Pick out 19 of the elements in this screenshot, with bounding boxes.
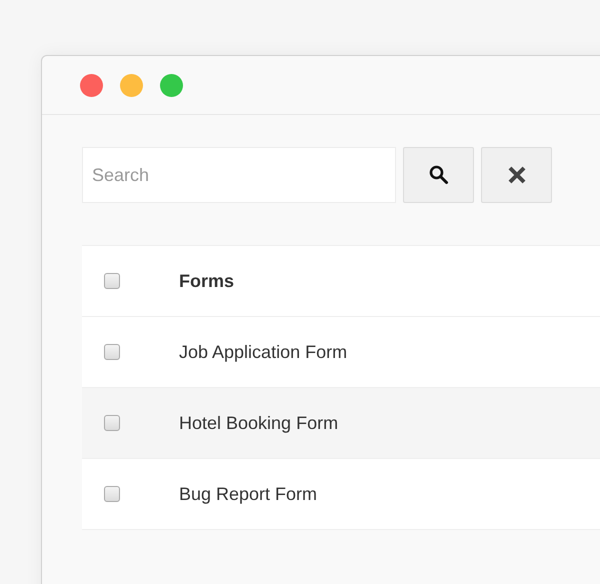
clear-button[interactable] [481,147,552,203]
table-row[interactable]: Hotel Booking Form [82,388,600,459]
window-control-button[interactable] [160,74,183,96]
search-icon [428,164,450,186]
window-control-button[interactable] [120,74,143,96]
table-row[interactable]: Bug Report Form [82,459,600,530]
checkbox[interactable] [104,344,120,360]
form-name: Bug Report Form [179,484,318,504]
checkbox[interactable] [104,486,120,502]
search-button[interactable] [403,147,474,203]
close-icon [506,165,526,185]
column-header: Forms [179,270,234,292]
form-name: Hotel Booking Form [179,412,338,434]
form-name: Job Application Form [179,342,348,362]
search-field[interactable]: Search [82,147,396,203]
window-control-button[interactable] [80,74,103,96]
checkbox[interactable] [104,415,120,431]
table-row[interactable]: Job Application Form [82,317,600,388]
checkbox[interactable] [104,273,120,289]
